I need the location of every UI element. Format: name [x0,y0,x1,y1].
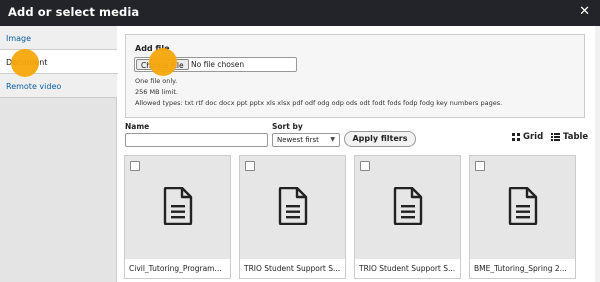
help-text: One file only. [135,77,178,85]
select-checkbox[interactable] [360,161,370,171]
media-item[interactable]: TRIO Student Support S... [354,155,461,279]
media-caption: Civil_Tutoring_Program... [129,264,222,273]
media-item[interactable]: TRIO Student Support S... [239,155,346,279]
dialog-titlebar: Add or select media ✕ [0,0,600,26]
grid-view-toggle[interactable]: Grid [512,132,543,142]
media-caption: TRIO Student Support S... [359,264,456,273]
filters-bar: Name Sort by Newest first ▼ Apply filter… [125,122,595,150]
cursor-highlight-dot [11,49,39,77]
select-checkbox[interactable] [130,161,140,171]
no-file-text: No file chosen [191,60,245,69]
tab-image[interactable]: Image [0,26,117,50]
upload-form: Add file Choose File No file chosen One … [125,34,585,118]
document-icon [508,187,538,225]
tab-remote-video[interactable]: Remote video [0,74,117,98]
name-input[interactable] [125,133,268,147]
media-item[interactable]: Civil_Tutoring_Program... [124,155,231,279]
cursor-highlight-dot [149,48,177,76]
sort-select[interactable]: Newest first ▼ [272,133,340,147]
select-checkbox[interactable] [245,161,255,171]
media-thumbnail [470,156,575,259]
grid-icon [512,133,520,141]
scrollbar[interactable] [595,26,600,282]
help-text: 256 MB limit. [135,88,178,96]
grid-label: Grid [523,132,544,142]
media-library-main: Add file Choose File No file chosen One … [118,26,600,282]
media-thumbnail [125,156,230,259]
tab-label: Image [6,34,32,43]
tab-label: Remote video [6,82,62,91]
sort-label: Sort by [272,122,303,131]
media-thumbnail [240,156,345,259]
media-item[interactable]: BME_Tutoring_Spring 2... [469,155,576,279]
name-label: Name [125,122,150,131]
table-icon [551,133,560,141]
apply-filters-button[interactable]: Apply filters [344,131,416,147]
media-caption: TRIO Student Support S... [244,264,341,273]
document-icon [393,187,423,225]
dialog-title: Add or select media [8,5,140,19]
sort-value: Newest first [277,136,319,144]
select-checkbox[interactable] [475,161,485,171]
media-thumbnail [355,156,460,259]
media-caption: BME_Tutoring_Spring 2... [474,264,567,273]
close-icon[interactable]: ✕ [579,4,590,19]
caret-down-icon: ▼ [330,136,335,143]
table-view-toggle[interactable]: Table [551,132,588,142]
table-label: Table [563,132,589,142]
document-icon [163,187,193,225]
document-icon [278,187,308,225]
help-text: Allowed types: txt rtf doc docx ppt pptx… [135,99,503,107]
